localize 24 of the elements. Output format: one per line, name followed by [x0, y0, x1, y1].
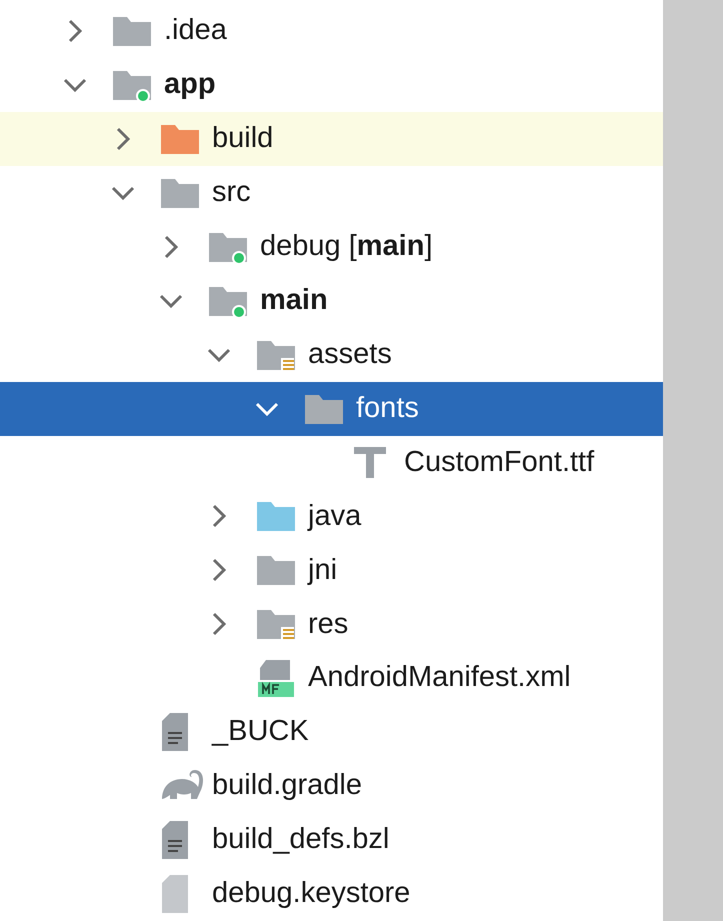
item-name: assets	[308, 336, 392, 372]
text-file-icon	[160, 820, 190, 860]
item-name: src	[212, 175, 251, 210]
item-name: main	[260, 282, 328, 318]
item-name: build	[212, 121, 274, 156]
manifest-file-icon	[256, 658, 296, 698]
item-name: debug [main]	[260, 228, 433, 264]
item-name: .idea	[164, 13, 227, 48]
item-name: java	[308, 498, 362, 534]
font-file-icon	[352, 444, 388, 480]
item-name: jni	[308, 552, 338, 588]
item-name: fonts	[356, 390, 419, 426]
tree-row[interactable]: fonts	[0, 382, 663, 436]
item-name: res	[308, 606, 348, 642]
item-name: CustomFont.ttf	[404, 444, 594, 480]
file-icon	[160, 874, 190, 914]
item-name: debug.keystore	[212, 876, 410, 912]
item-name: app	[164, 67, 216, 102]
tree-row[interactable]: build	[0, 112, 663, 166]
item-name: AndroidManifest.xml	[308, 660, 571, 696]
item-name: build.gradle	[212, 768, 362, 804]
item-name: build_defs.bzl	[212, 822, 390, 858]
item-name: _BUCK	[212, 714, 309, 750]
text-file-icon	[160, 712, 190, 752]
